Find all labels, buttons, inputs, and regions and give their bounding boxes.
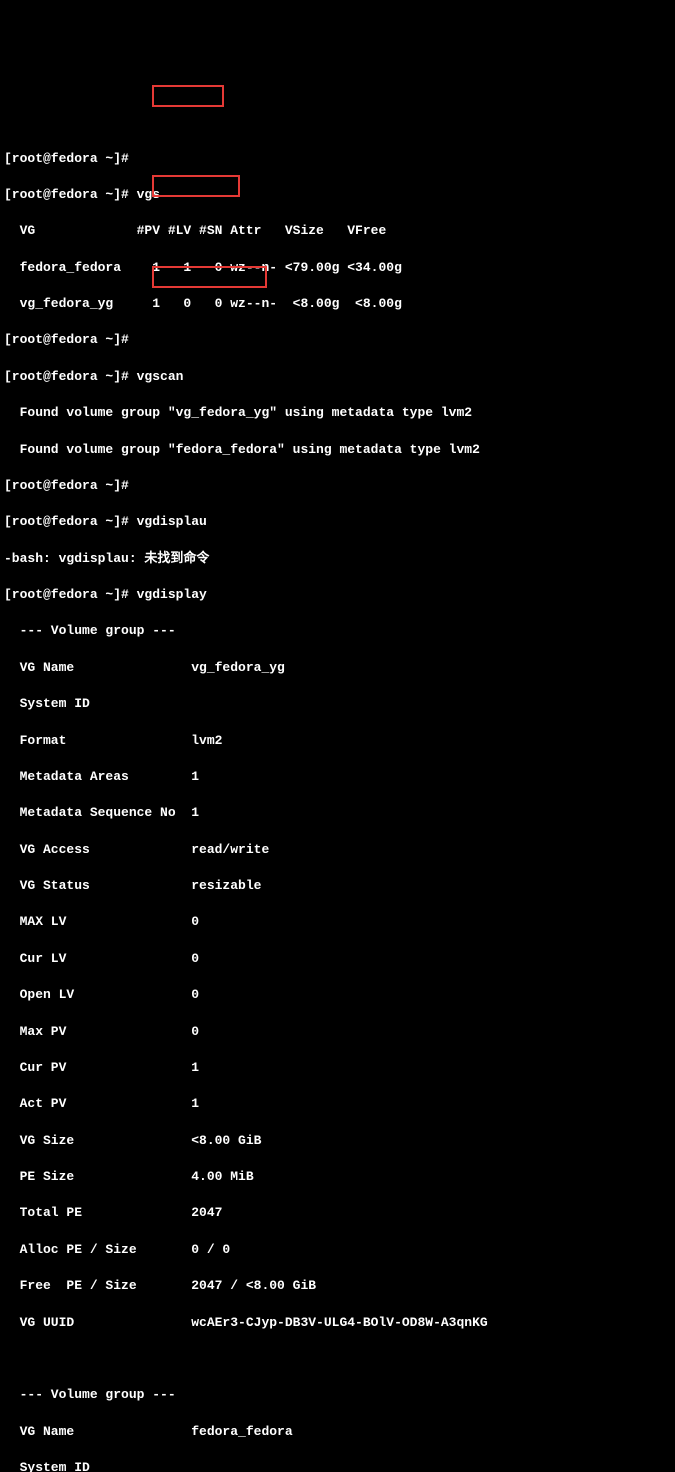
vg-freepe: Free PE / Size 2047 / <8.00 GiB xyxy=(4,1277,671,1295)
vg-curlv: Cur LV 0 xyxy=(4,950,671,968)
vg-status: VG Status resizable xyxy=(4,877,671,895)
vg-openlv: Open LV 0 xyxy=(4,986,671,1004)
vgscan-output: Found volume group "vg_fedora_yg" using … xyxy=(4,404,671,422)
vg-sysid: System ID xyxy=(4,1459,671,1472)
vg-totalpe: Total PE 2047 xyxy=(4,1204,671,1222)
vg-name: VG Name fedora_fedora xyxy=(4,1423,671,1441)
vgs-row: fedora_fedora 1 1 0 wz--n- <79.00g <34.0… xyxy=(4,259,671,277)
terminal-output: [root@fedora ~]# [root@fedora ~]# vgs VG… xyxy=(4,77,671,1472)
vg-allocpe: Alloc PE / Size 0 / 0 xyxy=(4,1241,671,1259)
vgs-row: vg_fedora_yg 1 0 0 wz--n- <8.00g <8.00g xyxy=(4,295,671,313)
command-typo[interactable]: [root@fedora ~]# vgdisplau xyxy=(4,513,671,531)
prompt-line[interactable]: [root@fedora ~]# xyxy=(4,477,671,495)
highlight-vgs xyxy=(152,85,224,107)
vgscan-output: Found volume group "fedora_fedora" using… xyxy=(4,441,671,459)
vg-vgsize: VG Size <8.00 GiB xyxy=(4,1132,671,1150)
command-vgscan[interactable]: [root@fedora ~]# vgscan xyxy=(4,368,671,386)
vg-access: VG Access read/write xyxy=(4,841,671,859)
vg-uuid: VG UUID wcAEr3-CJyp-DB3V-ULG4-BOlV-OD8W-… xyxy=(4,1314,671,1332)
prompt-line[interactable]: [root@fedora ~]# xyxy=(4,150,671,168)
bash-error: -bash: vgdisplau: 未找到命令 xyxy=(4,550,671,568)
vg-header: --- Volume group --- xyxy=(4,1386,671,1404)
vg-header: --- Volume group --- xyxy=(4,622,671,640)
vg-format: Format lvm2 xyxy=(4,732,671,750)
vg-actpv: Act PV 1 xyxy=(4,1095,671,1113)
vg-maxpv: Max PV 0 xyxy=(4,1023,671,1041)
vgs-header: VG #PV #LV #SN Attr VSize VFree xyxy=(4,222,671,240)
vg-sysid: System ID xyxy=(4,695,671,713)
blank-line xyxy=(4,1350,671,1368)
vg-metaseq: Metadata Sequence No 1 xyxy=(4,804,671,822)
command-vgdisplay[interactable]: [root@fedora ~]# vgdisplay xyxy=(4,586,671,604)
vg-metaarea: Metadata Areas 1 xyxy=(4,768,671,786)
vg-curpv: Cur PV 1 xyxy=(4,1059,671,1077)
prompt-line[interactable]: [root@fedora ~]# xyxy=(4,331,671,349)
vg-name: VG Name vg_fedora_yg xyxy=(4,659,671,677)
vg-maxlv: MAX LV 0 xyxy=(4,913,671,931)
command-vgs[interactable]: [root@fedora ~]# vgs xyxy=(4,186,671,204)
vg-pesize: PE Size 4.00 MiB xyxy=(4,1168,671,1186)
